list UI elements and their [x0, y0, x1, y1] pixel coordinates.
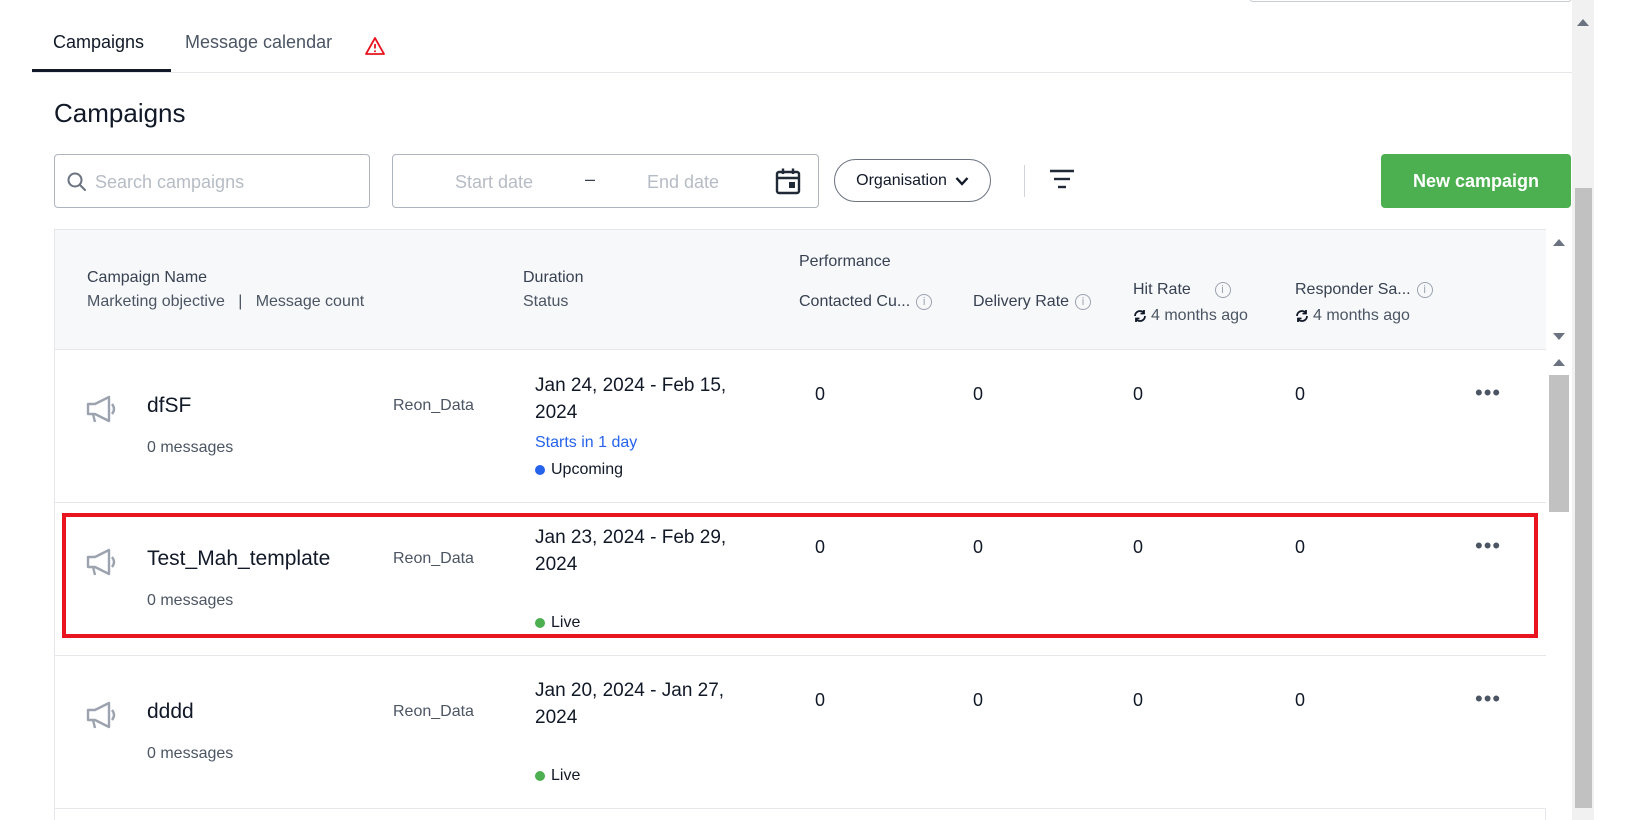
- campaign-name[interactable]: Test_Mah_template: [147, 547, 330, 571]
- search-box[interactable]: [54, 154, 370, 208]
- table-scrollbar-thumb[interactable]: [1549, 375, 1569, 512]
- table-row[interactable]: dddd 0 messages Reon_Data Jan 20, 2024 -…: [55, 656, 1547, 809]
- info-icon[interactable]: i: [916, 293, 933, 310]
- tab-campaigns[interactable]: Campaigns: [53, 32, 144, 53]
- header-delivery-rate: Delivery Rate i: [973, 293, 1092, 311]
- starts-in-label: Starts in 1 day: [535, 434, 638, 451]
- delivery-rate-value: 0: [973, 537, 984, 557]
- header-contacted-label: Contacted Cu...: [799, 293, 911, 310]
- organisation-dropdown[interactable]: Organisation: [834, 159, 991, 202]
- header-performance: Performance: [799, 253, 891, 270]
- header-responder-updated: 4 months ago: [1295, 307, 1410, 325]
- message-count: 0 messages: [147, 745, 234, 762]
- header-hit-rate-label: Hit Rate: [1133, 281, 1191, 298]
- header-delivery-rate-label: Delivery Rate: [973, 293, 1070, 310]
- hit-rate-updated-label: 4 months ago: [1151, 307, 1248, 324]
- hit-rate-value: 0: [1133, 690, 1144, 710]
- message-count: 0 messages: [147, 439, 234, 456]
- more-options-icon[interactable]: •••: [1475, 380, 1501, 406]
- table-scroll-up-icon[interactable]: [1553, 359, 1565, 366]
- delivery-rate-value: 0: [973, 690, 984, 710]
- warning-triangle-icon: [365, 37, 385, 55]
- info-icon[interactable]: i: [1214, 281, 1231, 298]
- header-marketing-objective: Marketing objective | Message count: [87, 293, 364, 311]
- campaign-name[interactable]: dddd: [147, 700, 194, 724]
- duration: Jan 20, 2024 - Jan 27, 2024: [535, 680, 725, 728]
- active-tab-indicator: [32, 69, 171, 72]
- campaign-name[interactable]: dfSF: [147, 394, 191, 418]
- campaigns-table: Campaign Name Marketing objective | Mess…: [54, 229, 1547, 820]
- marketing-objective: Reon_Data: [393, 703, 474, 720]
- status-label: Upcoming: [551, 461, 624, 478]
- header-hit-rate-updated: 4 months ago: [1133, 307, 1248, 325]
- page-scroll-up-icon[interactable]: [1577, 19, 1589, 26]
- header-separator: |: [238, 293, 243, 310]
- table-row[interactable]: Test_Mah_template 0 messages Reon_Data J…: [55, 503, 1547, 656]
- status-badge: Live: [535, 614, 580, 632]
- search-icon: [67, 172, 86, 191]
- status-dot: [535, 618, 545, 628]
- delivery-rate-value: 0: [973, 384, 984, 404]
- more-options-icon[interactable]: •••: [1475, 533, 1501, 559]
- header-marketing-objective-label: Marketing objective: [87, 293, 225, 310]
- header-status: Status: [523, 293, 569, 310]
- duration: Jan 23, 2024 - Feb 29, 2024: [535, 527, 727, 575]
- tab-message-calendar[interactable]: Message calendar: [185, 32, 332, 53]
- contacted-value: 0: [815, 537, 826, 557]
- status-dot: [535, 465, 545, 475]
- header-hit-rate: Hit Rate i: [1133, 281, 1231, 299]
- responder-value: 0: [1295, 537, 1306, 557]
- hit-rate-value: 0: [1133, 537, 1144, 557]
- duration: Jan 24, 2024 - Feb 15, 2024: [535, 375, 727, 423]
- header-scroll-up-icon[interactable]: [1553, 239, 1565, 246]
- calendar-icon[interactable]: [775, 167, 801, 195]
- toolbar-divider: [1024, 165, 1025, 197]
- status-badge: Upcoming: [535, 461, 623, 479]
- megaphone-icon: [86, 395, 116, 423]
- status-badge: Live: [535, 767, 580, 785]
- refresh-icon[interactable]: [1133, 309, 1147, 323]
- table-header: Campaign Name Marketing objective | Mess…: [55, 230, 1547, 350]
- more-options-icon[interactable]: •••: [1475, 686, 1501, 712]
- table-row[interactable]: dfSF 0 messages Reon_Data Jan 24, 2024 -…: [55, 350, 1547, 503]
- marketing-objective: Reon_Data: [393, 397, 474, 414]
- chevron-down-icon: [955, 176, 969, 186]
- new-campaign-button[interactable]: New campaign: [1381, 154, 1571, 208]
- header-contacted: Contacted Cu... i: [799, 293, 933, 311]
- message-count: 0 messages: [147, 592, 234, 609]
- header-message-count: Message count: [255, 293, 365, 310]
- refresh-icon[interactable]: [1295, 309, 1309, 323]
- status-label: Live: [551, 614, 581, 631]
- info-icon[interactable]: i: [1416, 281, 1433, 298]
- page-title: Campaigns: [54, 98, 186, 128]
- header-responder-label: Responder Sa...: [1295, 281, 1411, 298]
- hit-rate-value: 0: [1133, 384, 1144, 404]
- status-dot: [535, 771, 545, 781]
- organisation-label: Organisation: [856, 171, 947, 189]
- end-date-field[interactable]: End date: [647, 172, 719, 193]
- date-separator: –: [585, 169, 596, 189]
- header-duration: Duration: [523, 269, 584, 286]
- responder-value: 0: [1295, 384, 1306, 404]
- contacted-value: 0: [815, 384, 826, 404]
- header-responder: Responder Sa... i: [1295, 281, 1433, 299]
- megaphone-icon: [86, 701, 116, 729]
- filter-icon[interactable]: [1049, 168, 1075, 190]
- page-scrollbar-thumb[interactable]: [1575, 188, 1592, 808]
- search-input[interactable]: [95, 167, 355, 197]
- megaphone-icon: [86, 548, 116, 576]
- header-scroll-down-icon[interactable]: [1553, 333, 1565, 340]
- responder-updated-label: 4 months ago: [1313, 307, 1410, 324]
- status-label: Live: [551, 767, 581, 784]
- table-scrollbar[interactable]: [1546, 229, 1572, 820]
- start-date-field[interactable]: Start date: [455, 172, 533, 193]
- info-icon[interactable]: i: [1075, 293, 1092, 310]
- marketing-objective: Reon_Data: [393, 550, 474, 567]
- tab-bar: Campaigns Message calendar: [32, 0, 1572, 73]
- responder-value: 0: [1295, 690, 1306, 710]
- date-range-picker[interactable]: Start date – End date: [392, 154, 819, 208]
- contacted-value: 0: [815, 690, 826, 710]
- header-campaign-name: Campaign Name: [87, 269, 208, 286]
